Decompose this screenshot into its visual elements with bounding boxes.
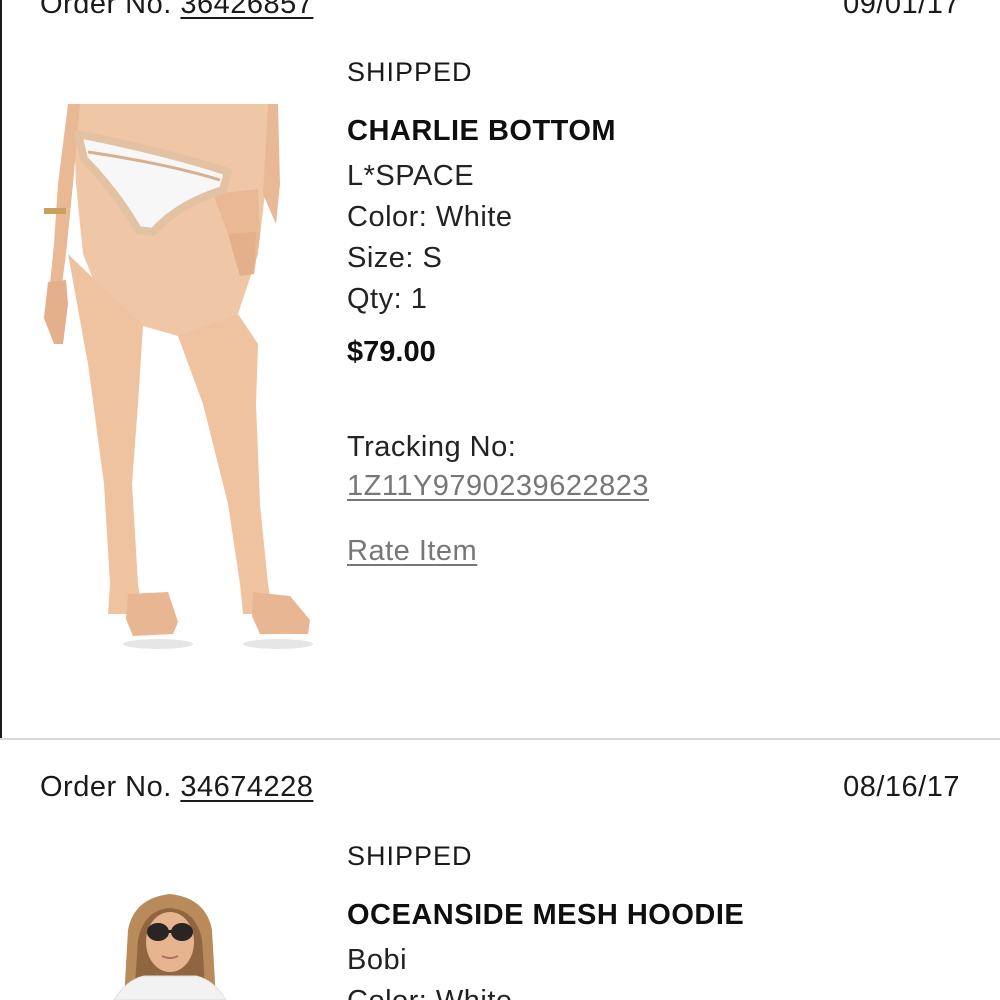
order-number-group: Order No. 36426857 — [40, 0, 313, 21]
product-color: Color: White — [347, 981, 967, 1000]
order-details: SHIPPED OCEANSIDE MESH HOODIE Bobi Color… — [347, 836, 967, 1000]
product-price: $79.00 — [347, 336, 436, 368]
order-number-group: Order No. 34674228 — [40, 771, 313, 804]
order-label: Order No. — [40, 0, 172, 20]
left-border — [0, 0, 2, 740]
order-status: SHIPPED — [347, 841, 473, 871]
order-header: Order No. 34674228 08/16/17 — [40, 767, 960, 807]
rate-item-wrapper: Rate Item — [347, 535, 967, 568]
order-status: SHIPPED — [347, 57, 473, 87]
order-date: 08/16/17 — [843, 770, 960, 803]
rate-item-link[interactable]: Rate Item — [347, 535, 477, 567]
product-color: Color: White — [347, 201, 513, 233]
product-size: Size: S — [347, 242, 443, 274]
product-name[interactable]: OCEANSIDE MESH HOODIE — [347, 880, 967, 931]
product-image-oceanside-hoodie[interactable] — [104, 890, 236, 1000]
tracking-number-link[interactable]: 1Z11Y9790239622823 — [347, 470, 649, 502]
product-brand: Bobi — [347, 944, 408, 976]
tracking-label: Tracking No: — [347, 431, 517, 463]
order-header: Order No. 36426857 09/01/17 — [40, 0, 960, 24]
order-divider — [0, 738, 1000, 740]
order-number-link[interactable]: 36426857 — [180, 0, 313, 20]
product-name[interactable]: CHARLIE BOTTOM — [347, 96, 967, 147]
orders-page: Order No. 36426857 09/01/17 SHIPPED CHAR… — [0, 0, 1000, 1000]
product-qty: Qty: 1 — [347, 283, 428, 315]
order-label: Order No. — [40, 770, 172, 803]
product-brand: L*SPACE — [347, 160, 475, 192]
order-number-link[interactable]: 34674228 — [180, 771, 313, 803]
product-image-charlie-bottom[interactable] — [28, 104, 318, 650]
tracking-number-wrapper: 1Z11Y9790239622823 — [347, 470, 967, 503]
order-date: 09/01/17 — [843, 0, 960, 20]
order-details: SHIPPED CHARLIE BOTTOM L*SPACE Color: Wh… — [347, 52, 967, 568]
